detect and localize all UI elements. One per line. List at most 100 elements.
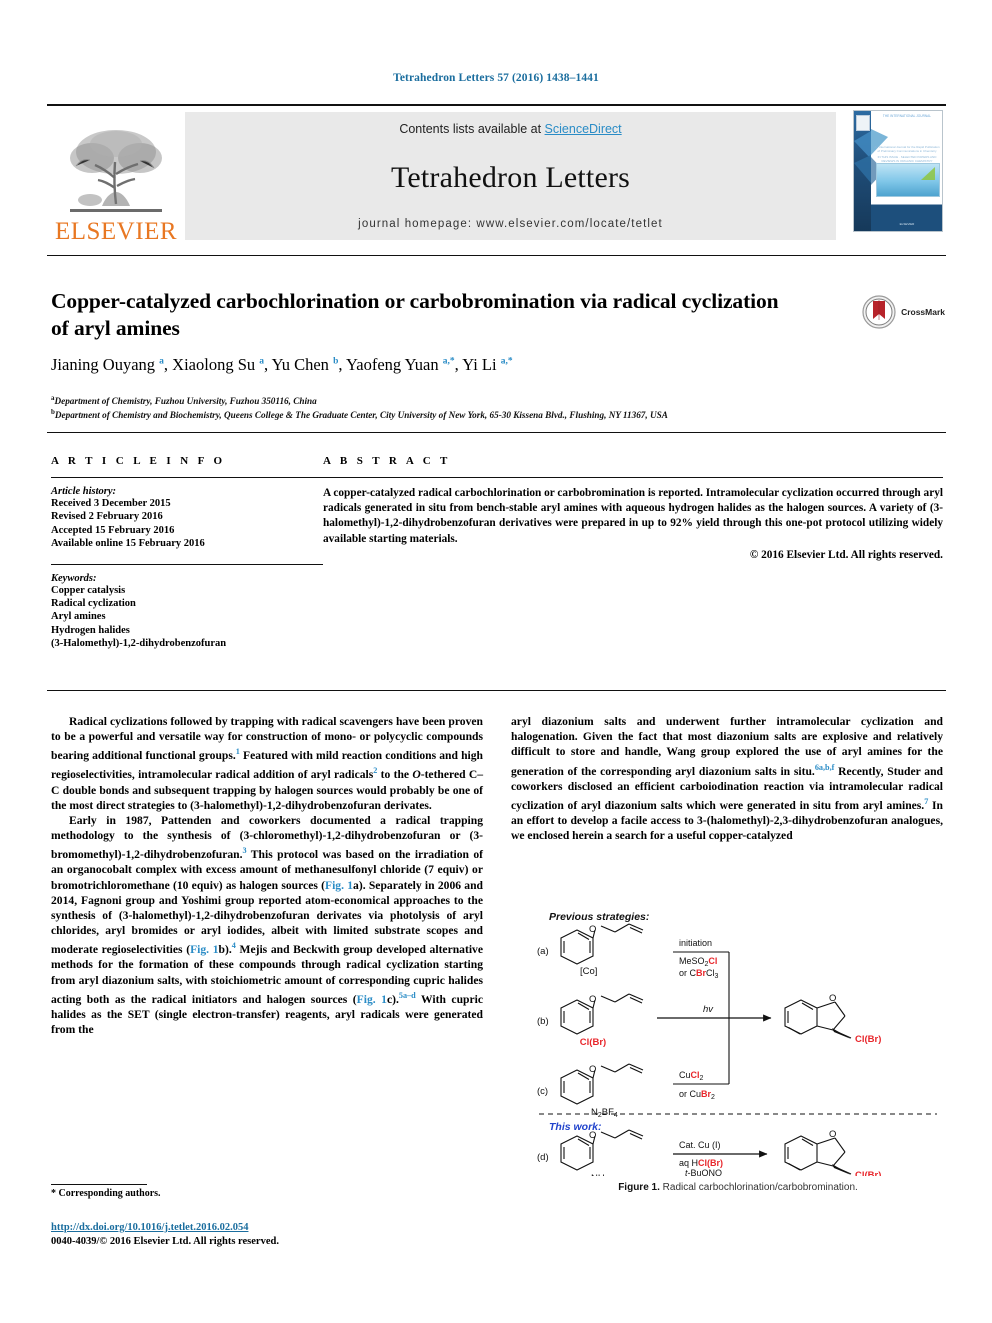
affiliation-a-text: Department of Chemistry, Fuzhou Universi…	[54, 396, 317, 407]
journal-title: Tetrahedron Letters	[390, 160, 631, 194]
article-history-list: Received 3 December 2015 Revised 2 Febru…	[51, 497, 323, 551]
keywords-rule	[51, 563, 323, 565]
issn-copyright-line: 0040-4039/© 2016 Elsevier Ltd. All right…	[51, 1236, 279, 1247]
figure-product-bottom	[784, 1135, 846, 1171]
body-separator-rule	[47, 690, 946, 691]
body-paragraph: Radical cyclizations followed by trappin…	[51, 715, 484, 812]
cover-title-line2: Letters	[890, 132, 924, 144]
page-title: Copper-catalyzed carbochlorination or ca…	[51, 289, 779, 340]
contents-prefix: Contents lists available at	[399, 122, 545, 136]
abstract-heading: A B S T R A C T	[323, 455, 451, 467]
title-rule-bottom	[47, 432, 946, 433]
doi-link[interactable]: http://dx.doi.org/10.1016/j.tetlet.2016.…	[51, 1222, 248, 1233]
sciencedirect-link[interactable]: ScienceDirect	[545, 122, 622, 136]
figure-b-benzene	[560, 999, 594, 1035]
figure-b-halide: Cl(Br)	[580, 1037, 606, 1048]
cover-footer-microtext: ELSEVIER	[899, 222, 915, 226]
figure-previous-label: Previous strategies:	[549, 911, 649, 923]
history-item: Available online 15 February 2016	[51, 538, 205, 550]
cover-artwork	[876, 163, 940, 197]
figure-row-b-tag: (b)	[537, 1016, 549, 1027]
keyword-item: Hydrogen halides	[51, 624, 130, 636]
cover-title: Tetrahedron Letters	[874, 122, 940, 144]
abstract-column: A B S T R A C T A copper-catalyzed radic…	[323, 455, 943, 561]
keyword-item: Radical cyclization	[51, 598, 136, 610]
figure-cond-a-line1: MeSO2Cl	[679, 956, 717, 968]
figure-a-benzene	[560, 929, 594, 965]
article-history-heading: Article history:	[51, 486, 117, 497]
figure-cond-a-top: initiation	[679, 938, 712, 948]
article-info-column: A R T I C L E I N F O Article history: R…	[51, 455, 323, 651]
figure-c-allyl	[592, 1063, 644, 1079]
figure-c-benzene	[560, 1069, 594, 1105]
keyword-item: Copper catalysis	[51, 584, 126, 596]
journal-band: Contents lists available at ScienceDirec…	[185, 112, 836, 240]
elsevier-logo: ELSEVIER	[47, 106, 185, 244]
figure-d-benzene	[560, 1135, 594, 1171]
figure-cond-a-line2: or CBrCl3	[679, 968, 719, 980]
affiliation-a: aDepartment of Chemistry, Fuzhou Univers…	[51, 392, 941, 407]
body-paragraph: aryl diazonium salts and underwent furth…	[511, 715, 944, 843]
article-info-heading: A R T I C L E I N F O	[51, 455, 226, 467]
figure-product-bottom-oxygen: O	[829, 1129, 836, 1140]
keywords-block: Keywords: Copper catalysis Radical cycli…	[51, 563, 323, 651]
body-column-right: aryl diazonium salts and underwent furth…	[511, 714, 943, 843]
journal-homepage-line[interactable]: journal homepage: www.elsevier.com/locat…	[358, 218, 663, 230]
history-item: Revised 2 February 2016	[51, 511, 163, 523]
figure-a-allyl	[592, 923, 644, 939]
history-item: Received 3 December 2015	[51, 498, 171, 509]
corresponding-author-note: * Corresponding authors.	[51, 1188, 161, 1199]
figure-c-substituent: N2BF4	[591, 1107, 618, 1119]
abstract-rule	[323, 477, 943, 478]
figure-a-substituent: [Co]	[580, 966, 597, 977]
figure-cond-d-line1: Cat. Cu (I)	[679, 1140, 721, 1150]
figure-caption-text: Radical carbochlorination/carbobrominati…	[662, 1182, 858, 1193]
cover-logo-square	[856, 115, 870, 131]
keyword-item: Aryl amines	[51, 611, 106, 623]
figure-cond-c-line1: CuCl2	[679, 1070, 704, 1082]
paper-page: Tetrahedron Letters 57 (2016) 1438–1441	[0, 0, 992, 1323]
figure-1: Previous strategies: (a) O [Co] initiati…	[533, 908, 943, 1185]
figure-cond-d-line3: t-BuONO	[685, 1168, 722, 1176]
running-head: Tetrahedron Letters 57 (2016) 1438–1441	[393, 72, 599, 84]
history-item: Accepted 15 February 2016	[51, 524, 175, 536]
elsevier-wordmark: ELSEVIER	[54, 218, 178, 245]
figure-b-oxygen: O	[589, 994, 596, 1005]
crossmark-label: CrossMark	[901, 307, 945, 317]
affiliation-b: bDepartment of Chemistry and Biochemistr…	[51, 406, 941, 421]
elsevier-tree-icon	[70, 130, 162, 212]
figure-product-top-halide: Cl(Br)	[855, 1034, 881, 1045]
figure-cond-c-line2: or CuBr2	[679, 1089, 715, 1101]
affiliation-b-text: Department of Chemistry and Biochemistry…	[54, 410, 668, 421]
figure-d-substituent: NH2	[591, 1173, 609, 1176]
figure-d-oxygen: O	[589, 1130, 596, 1141]
figure-product-top-wedge	[832, 1028, 851, 1039]
cover-meta-microtext: IN THIS ISSUE · SELECTED PAPERS AND REVI…	[877, 155, 937, 163]
journal-cover-thumbnail: THE INTERNATIONAL JOURNAL Tetrahedron Le…	[850, 110, 946, 240]
figure-c-oxygen: O	[589, 1064, 596, 1075]
contents-available-line: Contents lists available at ScienceDirec…	[399, 122, 621, 136]
figure-cond-d-line2: aq HCl(Br)	[679, 1158, 723, 1168]
figure-row-d-tag: (d)	[537, 1152, 549, 1163]
article-info-rule	[51, 477, 323, 478]
figure-1-scheme: Previous strategies: (a) O [Co] initiati…	[537, 911, 937, 1185]
figure-cond-b: hv	[703, 1004, 714, 1015]
figure-product-top-oxygen: O	[829, 993, 836, 1004]
journal-masthead: ELSEVIER Contents lists available at Sci…	[47, 104, 946, 244]
figure-a-oxygen: O	[589, 924, 596, 935]
cover-top-microtext: THE INTERNATIONAL JOURNAL	[882, 114, 932, 118]
crossmark-icon	[862, 295, 896, 329]
figure-row-a-tag: (a)	[537, 946, 549, 957]
cover-subtitle-microtext: An International Journal for the Rapid P…	[874, 145, 940, 153]
body-column-left: Radical cyclizations followed by trappin…	[51, 714, 483, 1037]
abstract-body: A copper-catalyzed radical carbochlorina…	[323, 487, 943, 545]
crossmark-badge[interactable]: CrossMark	[862, 295, 945, 329]
figure-row-c-tag: (c)	[537, 1086, 548, 1097]
author-list: Jianing Ouyang a, Xiaolong Su a, Yu Chen…	[51, 355, 513, 374]
figure-product-bottom-halide: Cl(Br)	[855, 1170, 881, 1176]
figure-caption-number: Figure 1.	[618, 1182, 660, 1193]
title-rule-top	[47, 255, 946, 256]
figure-1-caption: Figure 1. Radical carbochlorination/carb…	[533, 1182, 943, 1193]
body-paragraph: Early in 1987, Pattenden and coworkers d…	[51, 813, 484, 1037]
figure-b-allyl	[592, 993, 644, 1009]
